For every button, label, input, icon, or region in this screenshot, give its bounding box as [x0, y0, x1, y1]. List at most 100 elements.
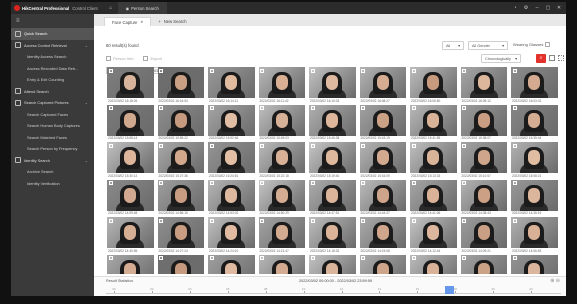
capture-tile[interactable]: 2022/03/02 16:18:26	[107, 67, 154, 105]
face-capture-image[interactable]	[208, 142, 255, 173]
sidebar-item[interactable]: Access Control Retrieval ⌄	[11, 40, 94, 52]
capture-tile[interactable]: 2022/03/02 13:31:27	[511, 254, 558, 274]
sidebar-item[interactable]: Entry & Exit Counting	[11, 74, 94, 86]
face-capture-image[interactable]	[107, 217, 154, 248]
capture-tile[interactable]: 2022/03/02 16:14:11	[208, 67, 255, 105]
menu-toggle-icon[interactable]: ≡	[11, 14, 94, 28]
tile-checkbox[interactable]	[512, 181, 517, 185]
face-capture-image[interactable]	[208, 67, 255, 98]
capture-tile[interactable]: 2022/03/02 15:58:14	[107, 104, 154, 143]
tile-checkbox[interactable]	[512, 106, 517, 110]
tile-checkbox[interactable]	[209, 143, 214, 148]
face-capture-image[interactable]	[157, 179, 204, 211]
tile-checkbox[interactable]	[108, 181, 113, 185]
export-checkbox[interactable]	[143, 56, 149, 61]
face-capture-image[interactable]	[107, 142, 154, 173]
face-capture-image[interactable]	[359, 142, 406, 173]
face-capture-image[interactable]	[157, 142, 204, 173]
capture-tile[interactable]: 2022/03/02 14:12:44	[410, 217, 457, 255]
face-capture-image[interactable]	[511, 67, 558, 98]
face-capture-image[interactable]	[107, 104, 154, 136]
search-button[interactable]: ⌕	[536, 54, 546, 63]
capture-tile[interactable]: 2022/03/02 13:41:38	[359, 254, 406, 274]
tile-checkbox[interactable]	[512, 143, 517, 148]
capture-tile[interactable]: 2022/03/02 15:52:46	[208, 104, 255, 143]
sidebar-item[interactable]: Quick Search	[11, 28, 94, 40]
gender-select[interactable]: All Gender ▾	[468, 41, 508, 50]
tile-checkbox[interactable]	[361, 143, 365, 148]
tile-checkbox[interactable]	[108, 106, 113, 110]
tile-checkbox[interactable]	[159, 218, 163, 223]
capture-tile[interactable]: 2022/03/02 16:16:54	[157, 67, 204, 105]
tile-checkbox[interactable]	[159, 181, 163, 185]
tile-checkbox[interactable]	[159, 68, 163, 73]
wearing-glasses-checkbox[interactable]	[545, 42, 551, 47]
face-capture-image[interactable]	[460, 142, 507, 173]
capture-tile[interactable]: 2022/03/02 15:30:12	[107, 142, 154, 180]
face-capture-image[interactable]	[359, 254, 406, 274]
tile-checkbox[interactable]	[411, 68, 416, 73]
sidebar-item[interactable]: Attend Search	[11, 86, 94, 98]
sidebar-item[interactable]: Identity Access Search	[11, 51, 94, 63]
face-capture-image[interactable]	[258, 179, 305, 211]
face-capture-image[interactable]	[460, 179, 507, 211]
face-capture-image[interactable]	[208, 179, 255, 211]
tile-checkbox[interactable]	[159, 143, 163, 148]
export-option[interactable]: Export	[143, 56, 162, 61]
face-capture-image[interactable]	[107, 254, 154, 274]
tile-checkbox[interactable]	[462, 106, 466, 110]
capture-tile[interactable]: 2022/03/02 15:16:09	[359, 142, 406, 180]
capture-tile[interactable]: 2022/03/02 15:24:51	[208, 142, 255, 180]
capture-tile[interactable]: 2022/03/02 13:55:12	[157, 254, 204, 274]
person-info-option[interactable]: Person Info	[106, 56, 133, 61]
sidebar-item[interactable]: Archive Search	[11, 166, 94, 178]
face-capture-image[interactable]	[258, 254, 305, 274]
tile-checkbox[interactable]	[512, 218, 517, 223]
tile-checkbox[interactable]	[209, 181, 214, 185]
face-capture-image[interactable]	[208, 254, 255, 274]
tile-checkbox[interactable]	[209, 256, 214, 260]
face-capture-image[interactable]	[460, 67, 507, 98]
tile-checkbox[interactable]	[159, 256, 163, 260]
tile-checkbox[interactable]	[310, 218, 315, 223]
face-capture-image[interactable]	[309, 179, 356, 211]
sidebar-item[interactable]: Search Person by Frequency	[11, 143, 94, 155]
face-capture-image[interactable]	[208, 104, 255, 136]
tile-checkbox[interactable]	[361, 256, 365, 260]
tile-checkbox[interactable]	[260, 181, 264, 185]
capture-tile[interactable]: 2022/03/02 13:45:03	[309, 254, 356, 274]
capture-tile[interactable]: 2022/03/02 14:15:08	[359, 217, 406, 255]
capture-tile[interactable]: 2022/03/02 14:35:19	[511, 179, 558, 218]
capture-tile[interactable]: 2022/03/02 15:49:03	[258, 104, 305, 143]
tile-checkbox[interactable]	[310, 256, 315, 260]
tile-checkbox[interactable]	[108, 256, 113, 260]
capture-tile[interactable]: 2022/03/02 13:38:14	[410, 254, 457, 274]
capture-tile[interactable]: 2022/03/02 16:06:50	[410, 67, 457, 105]
capture-tile[interactable]: 2022/03/02 14:50:29	[258, 179, 305, 218]
sidebar-item[interactable]: Search Captured Pictures ⌄	[11, 97, 94, 109]
capture-tile[interactable]: 2022/03/02 13:51:49	[208, 254, 255, 274]
tab-face-capture[interactable]: Face Capture ✕	[104, 17, 152, 26]
capture-tile[interactable]: 2022/03/02 15:35:44	[511, 104, 558, 143]
tile-checkbox[interactable]	[512, 256, 517, 260]
user-icon[interactable]: ◔	[512, 5, 518, 11]
face-capture-image[interactable]	[157, 104, 204, 136]
sidebar-item[interactable]: Search Human Body Captures	[11, 120, 94, 132]
capture-tile[interactable]: 2022/03/02 16:05:12	[460, 67, 507, 105]
capture-tile[interactable]: 2022/03/02 13:34:50	[460, 254, 507, 274]
list-view-icon[interactable]	[558, 55, 564, 61]
tile-checkbox[interactable]	[108, 68, 113, 73]
capture-tile[interactable]: 2022/03/02 15:27:36	[157, 142, 204, 180]
minimize-icon[interactable]: –	[534, 5, 540, 11]
capture-tile[interactable]: 2022/03/02 14:41:06	[410, 179, 457, 218]
tile-checkbox[interactable]	[462, 256, 466, 260]
face-capture-image[interactable]	[258, 217, 305, 248]
face-capture-image[interactable]	[410, 179, 457, 211]
tile-checkbox[interactable]	[411, 218, 416, 223]
capture-tile[interactable]: 2022/03/02 15:10:57	[460, 142, 507, 180]
face-capture-image[interactable]	[309, 254, 356, 274]
sidebar-item[interactable]: Search Matched Faces	[11, 132, 94, 144]
sidebar-item[interactable]: Access Recorded Data Retr...	[11, 63, 94, 75]
face-capture-image[interactable]	[258, 142, 305, 173]
sidebar-item[interactable]: Identity Search ⌄	[11, 155, 94, 167]
